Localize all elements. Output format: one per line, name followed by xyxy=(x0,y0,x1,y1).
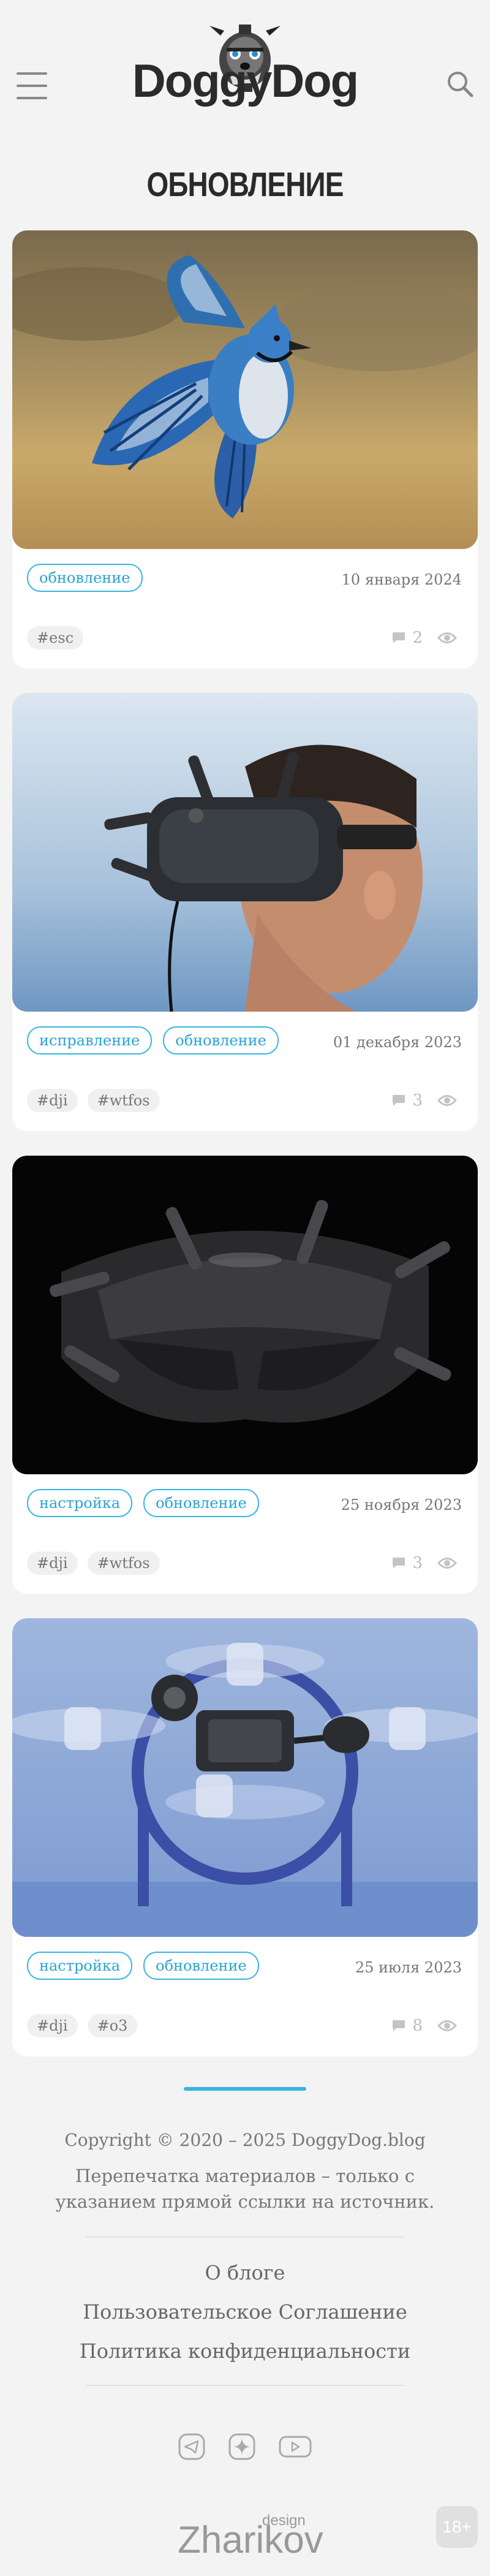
hashtag[interactable]: #o3 xyxy=(87,2014,138,2037)
comment-icon xyxy=(393,1558,405,1569)
youtube-icon[interactable] xyxy=(278,2433,312,2461)
post-card[interactable]: настройка обновление 25 июля 2023 #dji #… xyxy=(12,1618,478,2056)
post-image[interactable] xyxy=(12,1156,478,1474)
views-icon xyxy=(437,2020,457,2031)
category-tags: исправление обновление xyxy=(27,1026,279,1055)
telegram-icon[interactable] xyxy=(178,2433,206,2461)
post-date: 25 июля 2023 xyxy=(355,1959,462,1976)
comment-icon xyxy=(393,1095,405,1106)
footer-divider xyxy=(86,2237,404,2238)
post-stats: 2 xyxy=(391,629,457,647)
post-image[interactable] xyxy=(12,1618,478,1937)
post-stats: 3 xyxy=(391,1554,457,1572)
category-tag[interactable]: обновление xyxy=(27,564,143,592)
category-tags: настройка обновление xyxy=(27,1952,259,1980)
comment-count: 2 xyxy=(412,629,423,647)
post-card[interactable]: настройка обновление 25 ноября 2023 #dji… xyxy=(12,1156,478,1594)
designer-logo[interactable]: design Zharikov xyxy=(178,2512,323,2561)
copyright: Copyright © 2020 – 2025 DoggyDog.blog xyxy=(64,2130,426,2150)
post-image[interactable] xyxy=(12,230,478,549)
hashtag[interactable]: #wtfos xyxy=(87,1089,160,1112)
comment-icon xyxy=(393,632,405,643)
zen-icon[interactable] xyxy=(228,2433,256,2461)
hashtags: #esc xyxy=(27,626,84,650)
post-date: 10 января 2024 xyxy=(341,571,462,588)
views-icon xyxy=(437,1095,457,1106)
comment-count: 3 xyxy=(412,1554,423,1572)
post-stats: 3 xyxy=(391,1091,457,1110)
hashtag[interactable]: #esc xyxy=(27,626,84,650)
category-tag[interactable]: исправление xyxy=(27,1026,153,1055)
category-tag[interactable]: обновление xyxy=(143,1952,259,1980)
views-icon xyxy=(437,1558,457,1569)
post-card[interactable]: исправление обновление 01 декабря 2023 #… xyxy=(12,693,478,1131)
site-header: DoggyDog xyxy=(0,0,490,165)
comment-count: 8 xyxy=(412,2017,423,2035)
views-icon xyxy=(437,632,457,643)
hashtags: #dji #wtfos xyxy=(27,1089,160,1112)
search-icon[interactable] xyxy=(445,69,475,99)
hashtag[interactable]: #dji xyxy=(27,1551,78,1575)
post-card[interactable]: обновление 10 января 2024 #esc 2 xyxy=(12,230,478,669)
hashtag[interactable]: #dji xyxy=(27,1089,78,1112)
hashtags: #dji #o3 xyxy=(27,2014,138,2037)
comment-count: 3 xyxy=(412,1091,423,1110)
post-image[interactable] xyxy=(12,693,478,1012)
reprint-notice: Перепечатка материалов – только с указан… xyxy=(55,2165,435,2212)
category-tags: настройка обновление xyxy=(27,1489,259,1517)
category-tag[interactable]: обновление xyxy=(163,1026,279,1055)
logo-text: DoggyDog xyxy=(132,55,358,107)
footer-link-privacy[interactable]: Политика конфиденциальности xyxy=(0,2339,490,2363)
category-tag[interactable]: обновление xyxy=(143,1489,259,1517)
hashtag[interactable]: #wtfos xyxy=(87,1551,160,1575)
post-date: 25 ноября 2023 xyxy=(341,1496,462,1513)
category-tag[interactable]: настройка xyxy=(27,1952,133,1980)
hashtag[interactable]: #dji xyxy=(27,2014,78,2037)
footer-link-about[interactable]: О блоге xyxy=(0,2261,490,2284)
post-date: 01 декабря 2023 xyxy=(333,1034,462,1051)
hashtags: #dji #wtfos xyxy=(27,1551,160,1575)
age-rating-badge: 18+ xyxy=(436,2506,478,2548)
comment-icon xyxy=(393,2020,405,2031)
footer-divider xyxy=(86,2385,404,2386)
page-title: ОБНОВЛЕНИЕ xyxy=(146,165,344,203)
footer-link-agreement[interactable]: Пользовательское Соглашение xyxy=(0,2300,490,2324)
site-logo[interactable]: DoggyDog xyxy=(110,25,380,116)
category-tag[interactable]: настройка xyxy=(27,1489,133,1517)
social-links xyxy=(178,2433,312,2461)
footer-accent-divider xyxy=(184,2087,306,2091)
hamburger-menu-icon[interactable] xyxy=(17,72,47,99)
category-tags: обновление xyxy=(27,564,143,592)
designer-name: Zharikov xyxy=(178,2519,323,2561)
post-stats: 8 xyxy=(391,2017,457,2035)
